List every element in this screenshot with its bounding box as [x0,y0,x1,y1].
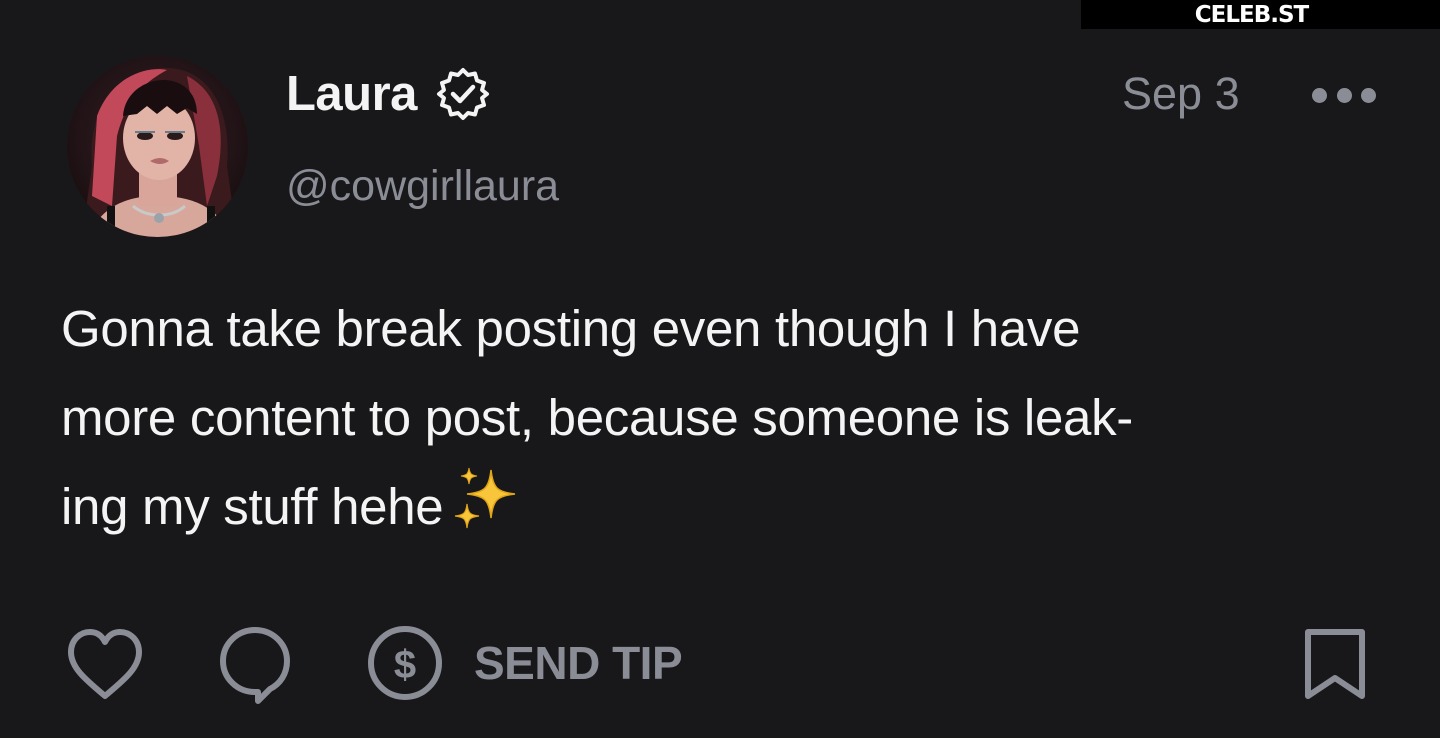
post-date: Sep 3 [1122,68,1240,119]
watermark-text: CELEB.ST [1194,1,1309,28]
more-dot [1361,87,1376,103]
avatar[interactable] [67,56,248,237]
post-text-line-1: Gonna take break posting even though I h… [61,300,1081,357]
comment-button[interactable] [218,624,292,706]
more-dot [1336,87,1352,103]
send-tip-label: SEND TIP [474,637,683,689]
watermark-banner: CELEB.ST [1081,0,1440,29]
display-name[interactable]: Laura [286,62,417,126]
comment-icon [220,627,290,704]
post-body: Gonna take break posting even though I h… [61,284,1381,559]
more-options-icon[interactable] [1312,81,1376,109]
bookmark-button[interactable] [1302,626,1368,702]
send-tip-button[interactable]: $ SEND TIP [366,624,683,702]
post-text-line-3: ing my stuff hehe [61,462,1381,559]
verified-badge-icon [435,66,491,122]
post-text-line-3-text: ing my stuff hehe [61,478,444,535]
heart-icon [68,629,142,699]
post-card: CELEB.ST Laura @cowgirllaura Sep 3 Gonna… [0,0,1440,738]
author-name-row[interactable]: Laura [286,62,491,126]
sparkles-emoji-icon [451,466,521,559]
post-text-line-2: more content to post, because someone is… [61,389,1133,446]
more-dot [1312,87,1327,103]
author-handle[interactable]: @cowgirllaura [286,160,559,212]
bookmark-icon [1305,629,1365,699]
dollar-circle-icon: $ [368,626,442,700]
like-button[interactable] [66,628,144,702]
svg-text:$: $ [394,643,416,687]
